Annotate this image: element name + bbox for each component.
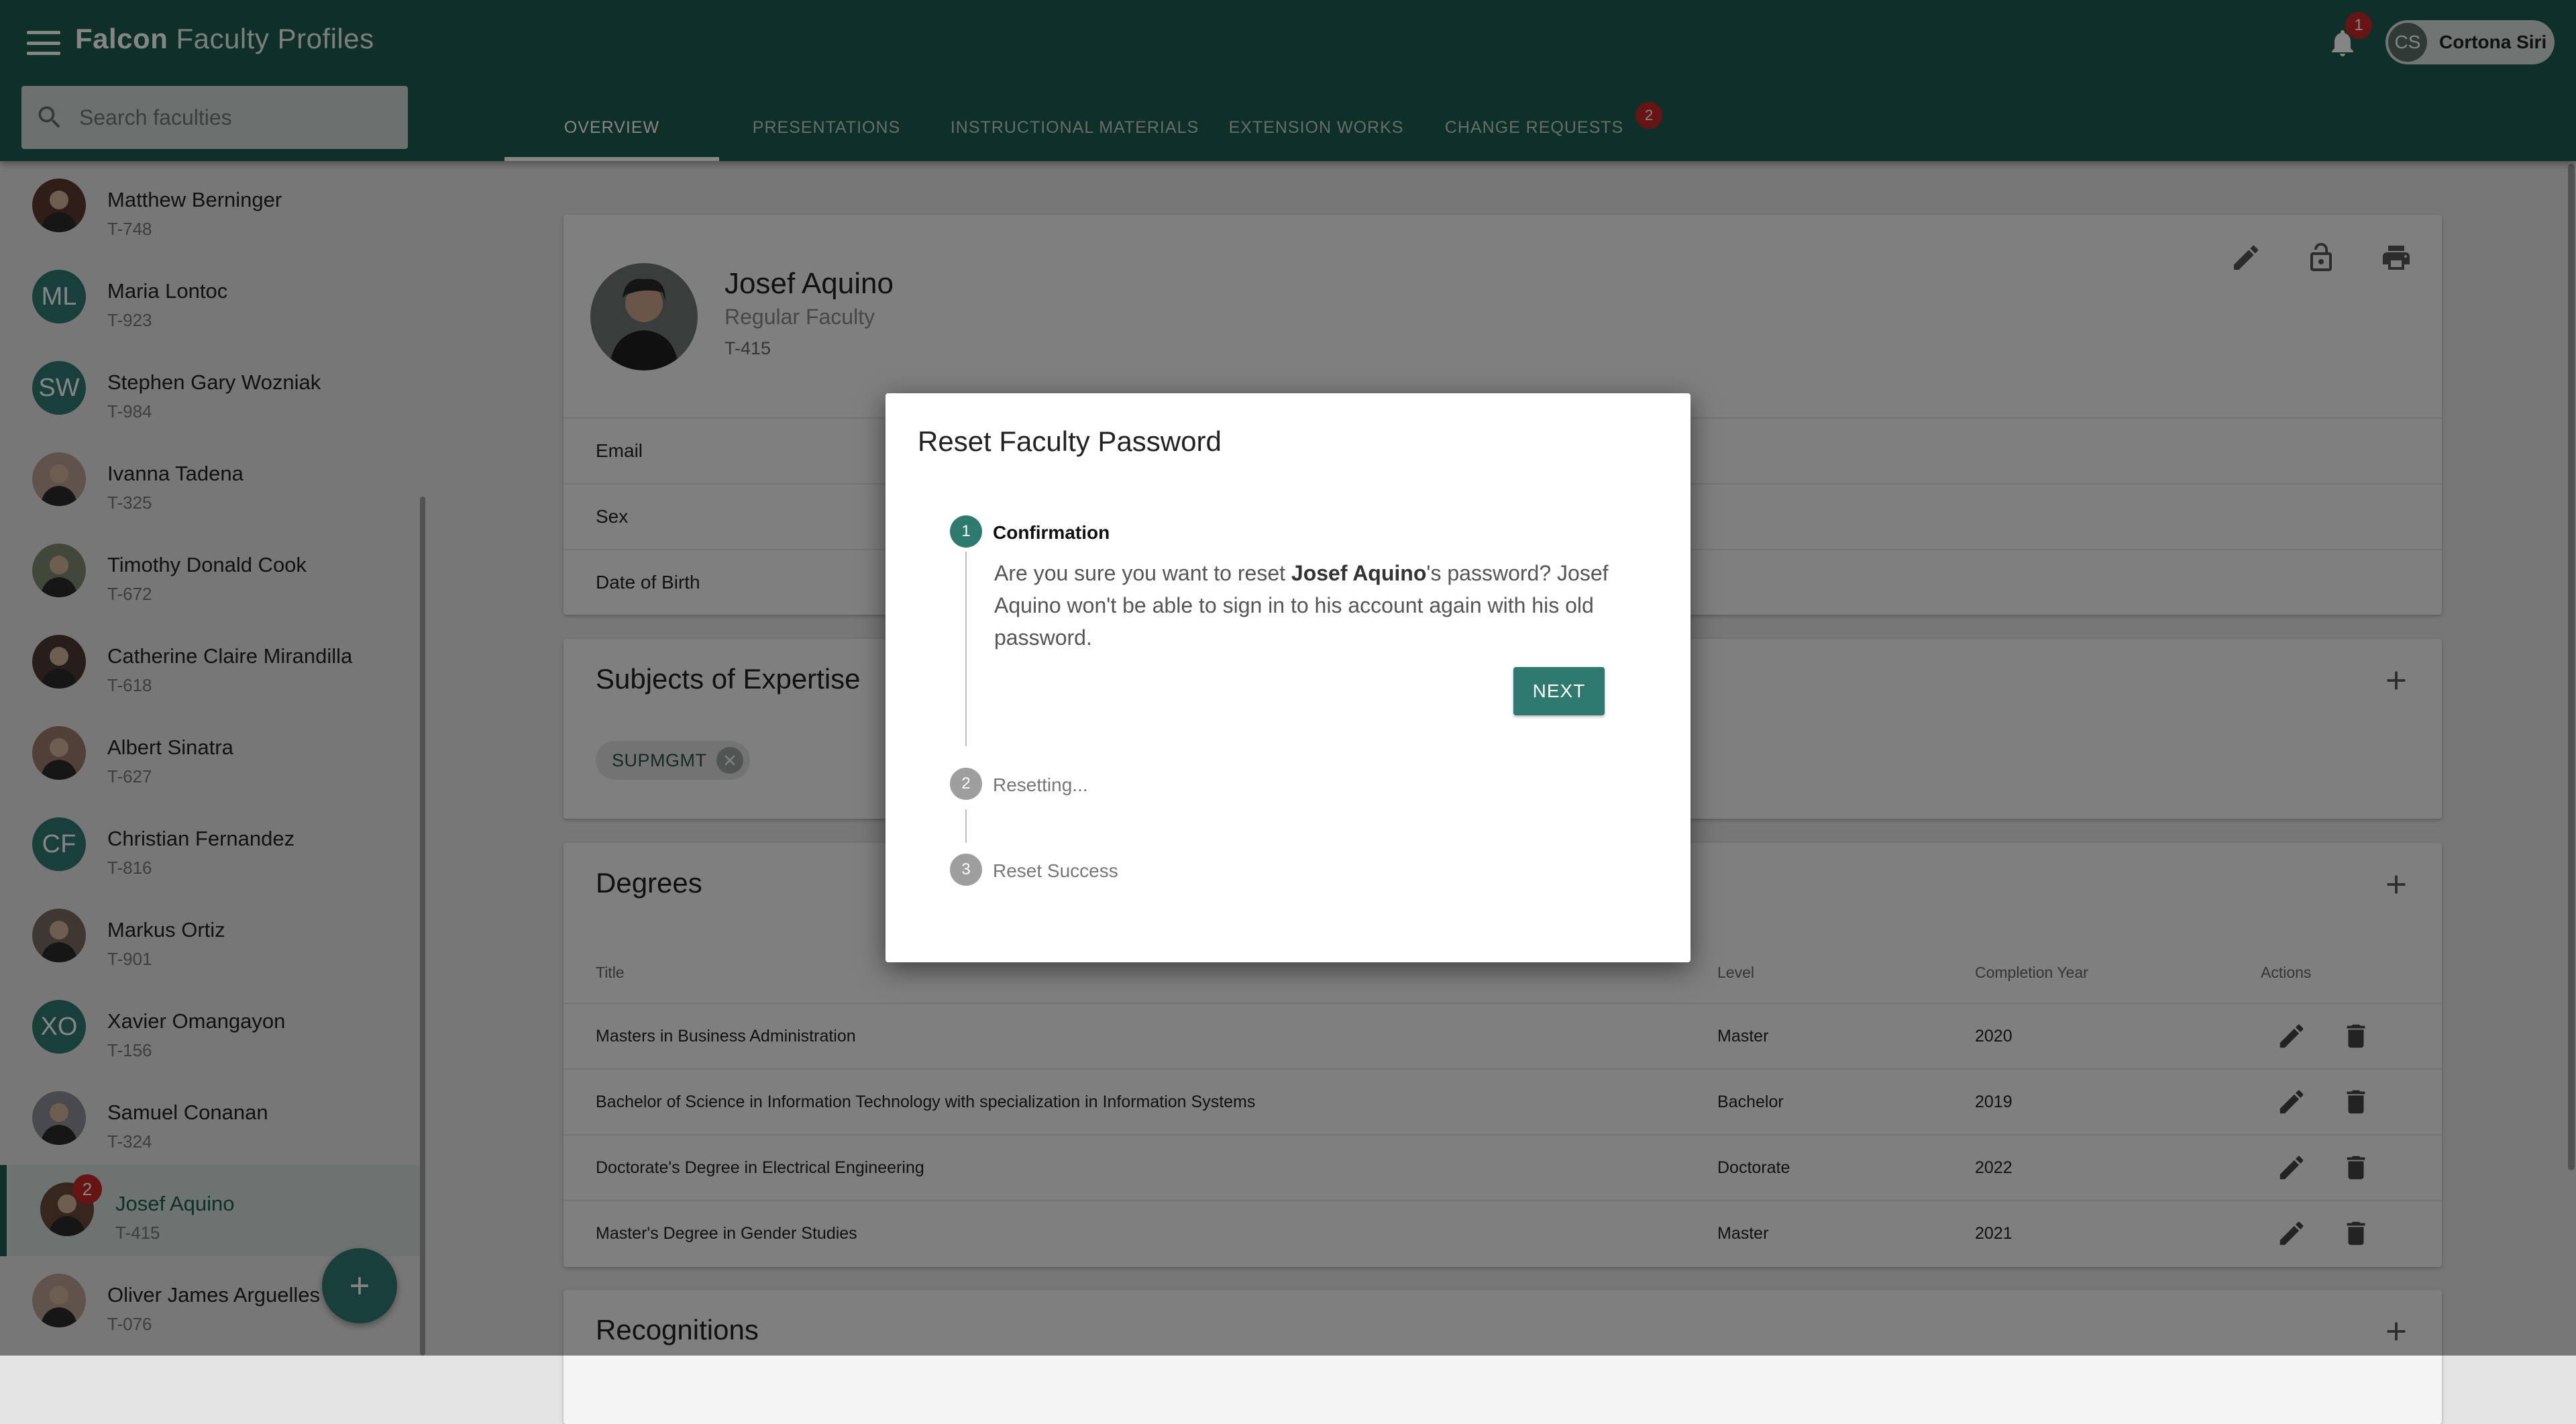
dialog-title: Reset Faculty Password [918, 425, 1222, 457]
next-button[interactable]: NEXT [1513, 667, 1605, 715]
reset-password-dialog: Reset Faculty Password 1 Confirmation Ar… [885, 393, 1690, 962]
confirmation-message: Are you sure you want to reset Josef Aqu… [994, 557, 1625, 654]
step-2-label: Resetting... [993, 774, 1088, 795]
step-2-indicator: 2 [950, 768, 982, 800]
step-3-label: Reset Success [993, 860, 1118, 881]
step-1-indicator: 1 [950, 515, 982, 548]
step-3-indicator: 3 [950, 854, 982, 886]
faculty-name: Josef Aquino [1291, 561, 1427, 585]
message-text: Are you sure you want to reset [994, 561, 1291, 585]
step-connector [965, 809, 967, 843]
step-1-label: Confirmation [993, 522, 1110, 543]
step-connector [965, 552, 967, 746]
